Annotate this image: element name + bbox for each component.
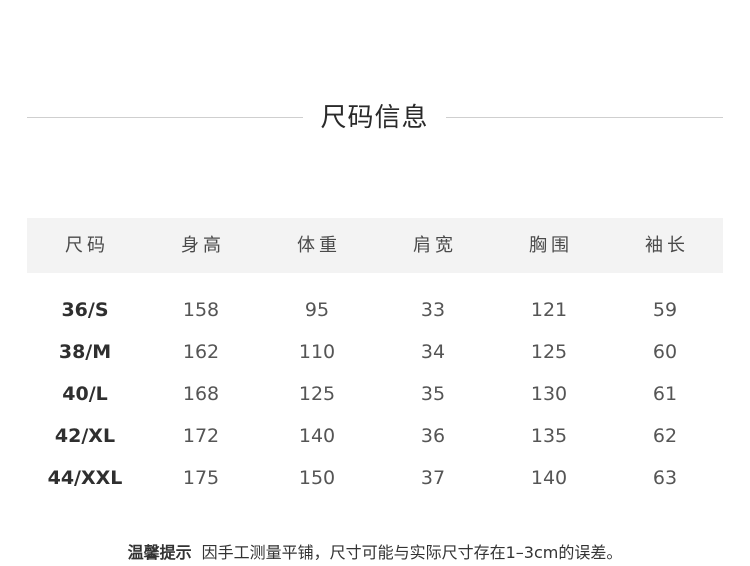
cell-height: 175: [182, 467, 220, 489]
section-title-row: 尺码信息: [0, 96, 750, 140]
cell-size: 36/S: [61, 299, 109, 321]
table-row: 38/M 162 110 34 125 60: [27, 331, 723, 373]
tip-text: 因手工测量平铺，尺寸可能与实际尺寸存在1–3cm的误差。: [201, 543, 623, 562]
cell-height: 158: [182, 299, 220, 321]
cell-shoulder: 34: [420, 341, 446, 363]
cell-chest: 121: [530, 299, 568, 321]
section-title: 尺码信息: [320, 103, 429, 133]
cell-weight: 95: [304, 299, 330, 321]
header-height: 身高: [181, 235, 225, 256]
cell-shoulder: 33: [420, 299, 446, 321]
cell-shoulder: 37: [420, 467, 446, 489]
measurement-tip: 温馨提示 因手工测量平铺，尺寸可能与实际尺寸存在1–3cm的误差。: [0, 540, 750, 566]
cell-height: 168: [182, 383, 220, 405]
header-size: 尺码: [65, 235, 109, 256]
table-row: 40/L 168 125 35 130 61: [27, 373, 723, 415]
size-table: 尺码 身高 体重 肩宽 胸围 袖长 36/S 158 95 33 121 59 …: [27, 218, 723, 499]
cell-chest: 130: [530, 383, 568, 405]
table-row: 42/XL 172 140 36 135 62: [27, 415, 723, 457]
tip-label: 温馨提示: [127, 543, 192, 562]
cell-height: 172: [182, 425, 220, 447]
table-header: 尺码 身高 体重 肩宽 胸围 袖长: [27, 218, 723, 273]
cell-chest: 135: [530, 425, 568, 447]
cell-sleeve: 62: [652, 425, 678, 447]
table-row: 36/S 158 95 33 121 59: [27, 289, 723, 331]
table-row: 44/XXL 175 150 37 140 63: [27, 457, 723, 499]
cell-size: 42/XL: [54, 425, 116, 447]
cell-weight: 140: [298, 425, 336, 447]
header-shoulder: 肩宽: [413, 235, 457, 256]
cell-sleeve: 59: [652, 299, 678, 321]
cell-chest: 125: [530, 341, 568, 363]
cell-shoulder: 35: [420, 383, 446, 405]
cell-size: 38/M: [58, 341, 112, 363]
cell-height: 162: [182, 341, 220, 363]
cell-chest: 140: [530, 467, 568, 489]
title-divider-right: [446, 117, 723, 118]
cell-sleeve: 63: [652, 467, 678, 489]
title-divider-left: [27, 117, 303, 118]
cell-weight: 125: [298, 383, 336, 405]
table-body: 36/S 158 95 33 121 59 38/M 162 110 34 12…: [27, 289, 723, 499]
cell-size: 44/XXL: [47, 467, 123, 489]
cell-shoulder: 36: [420, 425, 446, 447]
cell-sleeve: 60: [652, 341, 678, 363]
header-weight: 体重: [297, 235, 341, 256]
header-chest: 胸围: [529, 235, 573, 256]
cell-weight: 150: [298, 467, 336, 489]
cell-weight: 110: [298, 341, 336, 363]
cell-sleeve: 61: [652, 383, 678, 405]
header-sleeve: 袖长: [645, 235, 689, 256]
cell-size: 40/L: [62, 383, 108, 405]
